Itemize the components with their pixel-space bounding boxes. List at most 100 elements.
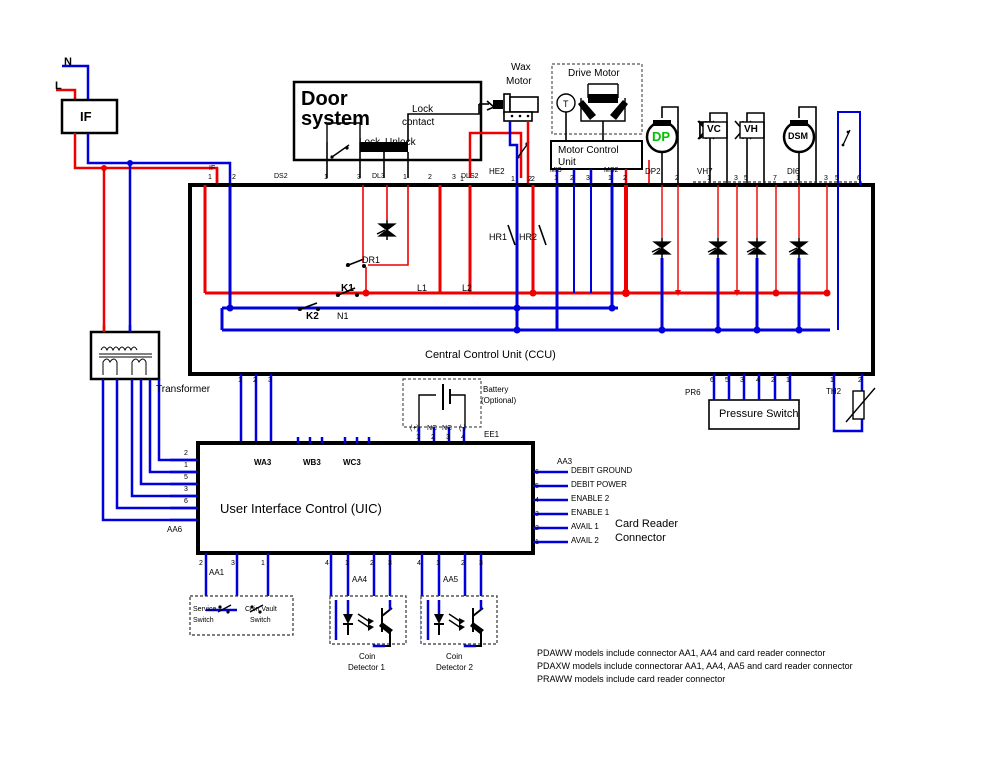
dl3-pin-1: 1 bbox=[403, 174, 407, 181]
note-line-1: PDAWW models include connector AA1, AA4 … bbox=[537, 648, 826, 658]
ds2-pin-3: 3 bbox=[357, 174, 361, 181]
ccu-bottom-pin-2: 2 bbox=[253, 377, 257, 384]
aa5-pin-2: 2 bbox=[461, 560, 465, 567]
service-switch-label-1: Service bbox=[193, 606, 217, 613]
pr6-bottom-pin-4: 4 bbox=[756, 377, 760, 384]
coin-detector-1-label-2: Detector 1 bbox=[348, 663, 385, 672]
di6-pin-6: 6 bbox=[857, 175, 861, 182]
di6-pin-1: 1 bbox=[796, 175, 800, 182]
mi3-pin-2: 2 bbox=[570, 175, 574, 182]
ee1-pin-3: 3 bbox=[446, 434, 450, 441]
ccu-bottom-pin-3: 3 bbox=[268, 377, 272, 384]
battery-polarity-plus: (+) bbox=[410, 425, 419, 432]
uic-top-connector-wc3: WC3 bbox=[343, 458, 361, 467]
pr6-bottom-pin-2: 2 bbox=[771, 377, 775, 384]
mi3-connector-name: MI3 bbox=[550, 167, 562, 174]
dispenser-label: DSM bbox=[788, 131, 808, 141]
relay-k2-label: K2 bbox=[306, 311, 319, 322]
th2-bottom-pin-1: 1 bbox=[830, 377, 834, 384]
aa6-connector-name: AA6 bbox=[167, 525, 183, 534]
lock-contact-label-1: Lock bbox=[412, 104, 434, 115]
mi3-pin-3: 3 bbox=[586, 175, 590, 182]
pr6-bottom-pin-5: 5 bbox=[725, 377, 729, 384]
battery-polarity-minus: (-) bbox=[459, 425, 466, 432]
aa4-pin-2: 2 bbox=[370, 560, 374, 567]
pressure-switch-label: Pressure Switch bbox=[719, 408, 799, 420]
aa3-pin-5: 5 bbox=[535, 483, 539, 490]
wax-motor-symbol bbox=[479, 93, 539, 185]
uic-left-pin-2: 2 bbox=[184, 450, 188, 457]
coin-detector-1-label-1: Coin bbox=[359, 652, 376, 661]
vh7-pin-3: 3 bbox=[734, 175, 738, 182]
card-reader-label-avail-2: AVAIL 2 bbox=[571, 536, 599, 545]
aa4-connector-name: AA4 bbox=[352, 575, 368, 584]
uic-top-connector-wb3: WB3 bbox=[303, 458, 321, 467]
ccu-to-uic-wiring bbox=[239, 374, 273, 443]
heater-relay-2-label: HR2 bbox=[519, 232, 538, 242]
pr6-bottom-pin-3: 3 bbox=[740, 377, 744, 384]
coin-detector-2-label-2: Detector 2 bbox=[436, 663, 473, 672]
coin-detector-1-symbol bbox=[329, 595, 407, 647]
battery-symbol bbox=[402, 378, 482, 443]
door-relay-label: DR1 bbox=[362, 255, 381, 265]
if-pin-1: 1 bbox=[208, 174, 212, 181]
uic-left-pin-3: 3 bbox=[184, 486, 188, 493]
th2-bottom-pin-2: 2 bbox=[858, 377, 862, 384]
dp2-pin-2: 2 bbox=[675, 175, 679, 182]
schematic-svg bbox=[56, 63, 876, 648]
card-reader-label-enable-2: ENABLE 2 bbox=[571, 494, 610, 503]
ccu-title: Central Control Unit (CCU) bbox=[425, 349, 556, 361]
aa4-pin-3: 3 bbox=[388, 560, 392, 567]
ms2-connector-name: MS2 bbox=[604, 167, 619, 174]
card-reader-label-debit-power: DEBIT POWER bbox=[571, 480, 627, 489]
ee1-connector-name: EE1 bbox=[484, 430, 500, 439]
aa5-pin-1: 1 bbox=[436, 560, 440, 567]
aa5-connector-name: AA5 bbox=[443, 575, 459, 584]
vh7-pin-5: 5 bbox=[744, 175, 748, 182]
switch-box bbox=[189, 595, 294, 636]
if-connector-name: IF bbox=[209, 165, 216, 172]
battery-label-2: (Optional) bbox=[481, 396, 517, 405]
th2-connector-name: TH2 bbox=[826, 387, 842, 396]
uic-left-pin-6: 6 bbox=[184, 498, 188, 505]
battery-polarity-nc1: NC bbox=[427, 425, 438, 432]
dl3-pin-3: 3 bbox=[452, 174, 456, 181]
hot-valve-label: VH bbox=[744, 124, 758, 135]
uic-left-pin-5: 5 bbox=[184, 474, 188, 481]
ds2-connector-name: DS2 bbox=[274, 173, 288, 180]
if-filter-label: IF bbox=[80, 109, 92, 124]
card-reader-label-enable-1: ENABLE 1 bbox=[571, 508, 610, 517]
aa4-pin-1: 1 bbox=[345, 560, 349, 567]
ccu-bottom-pin-1: 1 bbox=[238, 377, 242, 384]
pr6-bottom-pin-1: 1 bbox=[786, 377, 790, 384]
relay-k1-label: K1 bbox=[341, 283, 354, 294]
ms2-pin-1: 1 bbox=[608, 175, 612, 182]
note-line-2: PDAXW models include connectorar AA1, AA… bbox=[537, 661, 853, 671]
battery-label-1: Battery bbox=[483, 385, 509, 394]
di6-pin-5: 5 bbox=[835, 175, 839, 182]
dl3-connector-name: DL3 bbox=[372, 173, 385, 180]
drain-pump-label: DP bbox=[652, 129, 671, 144]
coin-detector-2-symbol bbox=[420, 595, 498, 647]
ms2-pin-2: 2 bbox=[623, 175, 627, 182]
coin-vault-label-2: Switch bbox=[250, 617, 271, 624]
uic-title: User Interface Control (UIC) bbox=[220, 501, 382, 516]
if-pin-2: 2 bbox=[232, 174, 236, 181]
transformer-symbol bbox=[89, 325, 198, 522]
wiring-diagram-canvas: N L IF IF 1 2 Door system Lock contact L… bbox=[0, 0, 990, 765]
card-reader-title-1: Card Reader bbox=[615, 518, 678, 530]
aa5-pin-3: 3 bbox=[479, 560, 483, 567]
card-reader-label-debit-ground: DEBIT GROUND bbox=[571, 466, 633, 475]
mi3-pin-1: 1 bbox=[554, 175, 558, 182]
aa3-connector-name: AA3 bbox=[557, 457, 573, 466]
aa3-pin-1: 1 bbox=[535, 539, 539, 546]
dls2-connector-name-visible: DLS2 bbox=[461, 173, 479, 180]
aa3-pin-6: 6 bbox=[535, 469, 539, 476]
pr6-bottom-pin-6: 6 bbox=[710, 377, 714, 384]
aa1-pin-2: 2 bbox=[199, 560, 203, 567]
aa3-pin-2: 2 bbox=[535, 525, 539, 532]
tacho-symbol-label: T bbox=[563, 99, 569, 109]
aa1-connector-name: AA1 bbox=[209, 568, 225, 577]
vh7-pin-7: 7 bbox=[773, 175, 777, 182]
dl3-pin-2: 2 bbox=[428, 174, 432, 181]
